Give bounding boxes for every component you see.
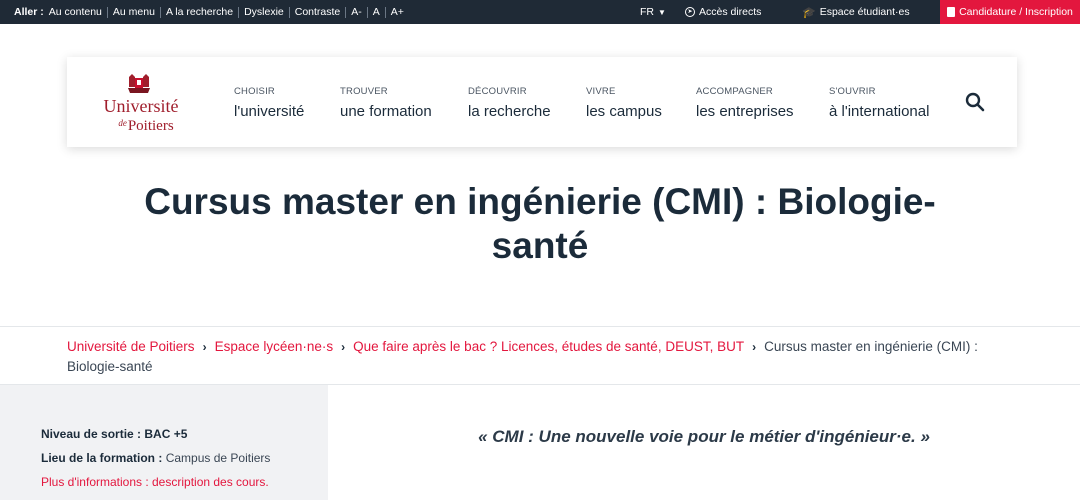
breadcrumb-link-after-bac[interactable]: Que faire après le bac ? Licences, étude… <box>353 339 744 354</box>
nav-label: une formation <box>340 103 432 120</box>
direct-access-menu[interactable]: ➤ Accès directs <box>685 0 761 24</box>
location-label: Lieu de la formation : <box>41 451 163 465</box>
nav-item-university[interactable]: CHOISIR l'université <box>234 86 304 121</box>
font-increase-button[interactable]: A+ <box>384 6 409 18</box>
breadcrumb: Université de Poitiers › Espace lycéen·ne·… <box>67 337 987 376</box>
chevron-right-icon: › <box>752 340 757 354</box>
crest-icon <box>128 74 150 93</box>
search-icon[interactable] <box>965 92 985 112</box>
location-row: Lieu de la formation : Campus de Poitier… <box>41 451 270 466</box>
nav-kicker: CHOISIR <box>234 86 275 97</box>
document-icon <box>947 7 956 17</box>
nav-kicker: ACCOMPAGNER <box>696 86 773 97</box>
nav-kicker: TROUVER <box>340 86 388 97</box>
location-value: Campus de Poitiers <box>165 451 271 465</box>
nav-kicker: S'OUVRIR <box>829 86 876 97</box>
more-info-link[interactable]: Plus d'informations : description des co… <box>41 475 269 490</box>
exit-level-row: Niveau de sortie : BAC +5 <box>41 427 187 442</box>
nav-item-campus[interactable]: VIVRE les campus <box>586 86 662 121</box>
arrow-circle-icon: ➤ <box>685 7 695 17</box>
language-label: FR <box>640 6 654 18</box>
student-space-link[interactable]: 🎓 Espace étudiant·es <box>802 0 910 24</box>
nav-label: les entreprises <box>696 103 794 120</box>
breadcrumb-link-home[interactable]: Université de Poitiers <box>67 339 195 354</box>
skip-to-menu-link[interactable]: Au menu <box>106 6 160 18</box>
language-selector[interactable]: FR ▼ <box>640 0 666 24</box>
application-button[interactable]: Candidature / Inscription <box>940 0 1080 24</box>
skip-to-search-link[interactable]: A la recherche <box>159 6 238 18</box>
accessibility-links: Aller : Au contenu Au menu A la recherch… <box>14 0 409 24</box>
nav-label: à l'international <box>829 103 930 120</box>
contrast-toggle[interactable]: Contraste <box>288 6 346 18</box>
logo-line2: Poitiers <box>127 118 174 134</box>
nav-item-training[interactable]: TROUVER une formation <box>340 86 432 121</box>
student-space-label: Espace étudiant·es <box>819 6 910 18</box>
exit-level-value: BAC +5 <box>144 427 188 441</box>
chevron-right-icon: › <box>341 340 346 354</box>
divider <box>0 326 1080 327</box>
university-logo[interactable]: Université dePoitiers <box>91 71 191 135</box>
nav-item-international[interactable]: S'OUVRIR à l'international <box>829 86 929 121</box>
skip-to-content-link[interactable]: Au contenu <box>49 6 107 18</box>
nav-item-companies[interactable]: ACCOMPAGNER les entreprises <box>696 86 794 121</box>
nav-label: l'université <box>234 103 305 120</box>
nav-kicker: DÉCOUVRIR <box>468 86 527 97</box>
dyslexia-toggle[interactable]: Dyslexie <box>238 6 289 18</box>
main-header: Université dePoitiers CHOISIR l'universi… <box>67 57 1017 147</box>
logo-prefix: de <box>118 118 127 128</box>
nav-label: les campus <box>586 103 662 120</box>
chevron-right-icon: › <box>202 340 207 354</box>
graduation-cap-icon: 🎓 <box>802 6 816 19</box>
breadcrumb-link-highschool[interactable]: Espace lycéen·ne·s <box>215 339 334 354</box>
application-label: Candidature / Inscription <box>959 6 1073 18</box>
page-title: Cursus master en ingénierie (CMI) : Biol… <box>144 181 936 266</box>
font-reset-button[interactable]: A <box>366 6 385 18</box>
logo-line1: Université <box>103 96 179 116</box>
top-utility-bar: Aller : Au contenu Au menu A la recherch… <box>0 0 1080 24</box>
direct-access-label: Accès directs <box>699 6 762 18</box>
chevron-down-icon: ▼ <box>658 7 666 17</box>
exit-level-label: Niveau de sortie : <box>41 427 142 441</box>
goto-label: Aller : <box>14 6 44 18</box>
intro-quote: « CMI : Une nouvelle voie pour le métier… <box>478 427 930 446</box>
nav-label: la recherche <box>468 103 551 120</box>
logo-line2-wrapper: dePoitiers <box>101 115 191 134</box>
nav-item-research[interactable]: DÉCOUVRIR la recherche <box>468 86 551 121</box>
font-decrease-button[interactable]: A- <box>345 6 367 18</box>
nav-kicker: VIVRE <box>586 86 616 97</box>
